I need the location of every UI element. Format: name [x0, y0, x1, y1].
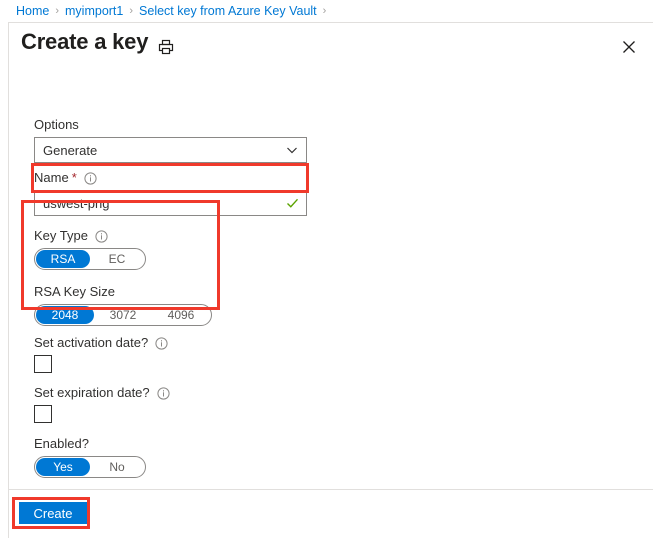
- info-icon[interactable]: [95, 230, 108, 243]
- info-icon[interactable]: [155, 337, 168, 350]
- close-icon[interactable]: [619, 37, 639, 57]
- rsa-key-size-label: RSA Key Size: [34, 284, 212, 299]
- rsa-key-size-option-2048[interactable]: 2048: [36, 306, 94, 324]
- enabled-label: Enabled?: [34, 436, 146, 451]
- enabled-option-no[interactable]: No: [90, 458, 144, 476]
- panel-header: Create a key: [9, 23, 653, 73]
- options-label-text: Options: [34, 117, 79, 132]
- set-activation-date-label-text: Set activation date?: [34, 335, 149, 350]
- field-set-expiration-date: Set expiration date?: [34, 385, 170, 423]
- enabled-toggle[interactable]: Yes No: [34, 456, 146, 478]
- set-activation-date-label: Set activation date?: [34, 335, 168, 350]
- printer-icon[interactable]: [156, 37, 176, 57]
- name-input-value: uswest-png: [43, 195, 110, 211]
- set-expiration-date-checkbox[interactable]: [34, 405, 52, 423]
- breadcrumb-item-myimport1[interactable]: myimport1: [65, 4, 123, 18]
- key-type-option-ec[interactable]: EC: [90, 250, 144, 268]
- options-dropdown-value: Generate: [43, 142, 98, 158]
- breadcrumb-item-select-key[interactable]: Select key from Azure Key Vault: [139, 4, 317, 18]
- breadcrumb-separator-icon: ›: [55, 4, 60, 17]
- field-set-activation-date: Set activation date?: [34, 335, 168, 373]
- set-activation-date-checkbox[interactable]: [34, 355, 52, 373]
- enabled-label-text: Enabled?: [34, 436, 89, 451]
- rsa-key-size-label-text: RSA Key Size: [34, 284, 115, 299]
- name-label-text: Name: [34, 170, 69, 185]
- key-type-toggle[interactable]: RSA EC: [34, 248, 146, 270]
- rsa-key-size-toggle[interactable]: 2048 3072 4096: [34, 304, 212, 326]
- key-type-label-text: Key Type: [34, 228, 88, 243]
- required-marker: *: [71, 170, 77, 185]
- key-type-label: Key Type: [34, 228, 146, 243]
- field-enabled: Enabled? Yes No: [34, 436, 146, 478]
- breadcrumb-item-home[interactable]: Home: [16, 4, 49, 18]
- breadcrumb-separator-icon: ›: [322, 4, 327, 17]
- options-label: Options: [34, 117, 307, 132]
- page-title: Create a key: [21, 29, 149, 54]
- field-key-type: Key Type RSA EC: [34, 228, 146, 270]
- breadcrumb: Home › myimport1 › Select key from Azure…: [0, 0, 653, 22]
- name-label: Name *: [34, 170, 307, 185]
- enabled-option-yes[interactable]: Yes: [36, 458, 90, 476]
- set-expiration-date-label-text: Set expiration date?: [34, 385, 150, 400]
- key-type-option-rsa[interactable]: RSA: [36, 250, 90, 268]
- name-input[interactable]: uswest-png: [34, 190, 307, 216]
- rsa-key-size-option-4096[interactable]: 4096: [152, 306, 210, 324]
- set-expiration-date-label: Set expiration date?: [34, 385, 170, 400]
- info-icon[interactable]: [157, 387, 170, 400]
- field-rsa-key-size: RSA Key Size 2048 3072 4096: [34, 284, 212, 326]
- create-key-panel: Create a key Options Generate Name * usw…: [8, 22, 653, 538]
- chevron-down-icon: [285, 143, 299, 157]
- panel-footer: Create: [9, 489, 653, 540]
- info-icon[interactable]: [84, 172, 97, 185]
- rsa-key-size-option-3072[interactable]: 3072: [94, 306, 152, 324]
- field-options: Options Generate: [34, 117, 307, 163]
- field-name: Name * uswest-png: [34, 170, 307, 216]
- breadcrumb-separator-icon: ›: [129, 4, 134, 17]
- green-checkmark-icon: [286, 197, 299, 210]
- options-dropdown[interactable]: Generate: [34, 137, 307, 163]
- create-button[interactable]: Create: [19, 502, 87, 524]
